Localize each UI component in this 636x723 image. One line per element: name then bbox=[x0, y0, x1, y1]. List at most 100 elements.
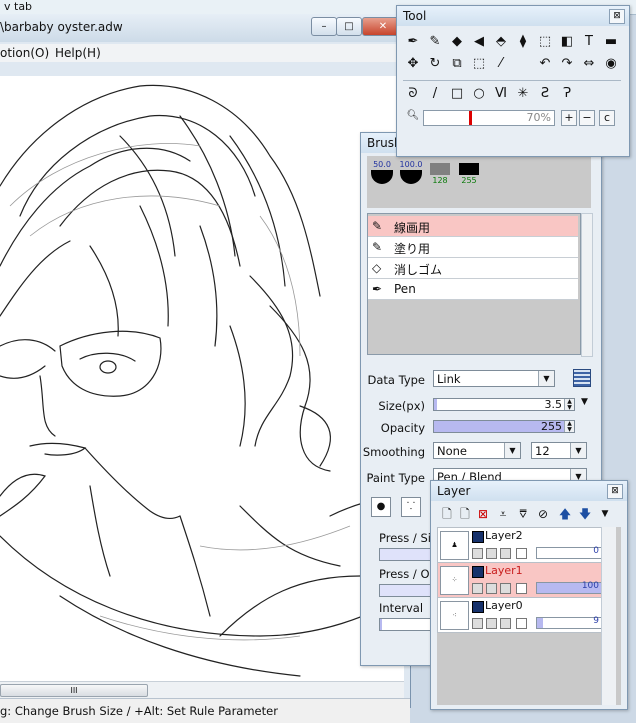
layer-clip-icon[interactable] bbox=[486, 583, 497, 594]
new-layer-icon[interactable]: 🗋︎ bbox=[439, 506, 455, 522]
layer-lock-icon[interactable] bbox=[472, 583, 483, 594]
redo-icon[interactable]: ↷ bbox=[557, 54, 577, 74]
menu-option[interactable]: otion(O) bbox=[0, 46, 49, 60]
layer-folder-icon[interactable] bbox=[500, 548, 511, 559]
layer-list-scrollbar[interactable] bbox=[601, 527, 616, 705]
data-type-select[interactable]: Link ▼ bbox=[433, 370, 555, 387]
layer-opacity-bar[interactable]: 100 bbox=[536, 581, 602, 594]
smoothing-number-select[interactable]: 12 ▼ bbox=[531, 442, 587, 459]
zoom-icon: 🔍︎ bbox=[406, 110, 420, 121]
zoom-reset-button[interactable]: c bbox=[599, 110, 615, 126]
layer-row[interactable]: ⁘ Layer1 100 bbox=[437, 562, 602, 598]
ruler-icon[interactable]: ▬ bbox=[601, 32, 621, 52]
curve-icon[interactable]: Ƨ bbox=[535, 84, 555, 104]
layer-select-source-checkbox[interactable] bbox=[516, 618, 527, 629]
layer-menu-icon[interactable]: ▼ bbox=[597, 506, 613, 522]
layer-row[interactable]: ♟ Layer2 0 bbox=[437, 527, 602, 563]
clear-layer-icon[interactable]: ⊘ bbox=[535, 506, 551, 522]
preset-black[interactable]: 255 bbox=[456, 160, 482, 204]
layer-name: Layer0 bbox=[485, 599, 523, 612]
tool-separator bbox=[403, 80, 621, 81]
tool-panel-close-button[interactable]: ⊠ bbox=[609, 9, 625, 24]
minimize-button[interactable]: – bbox=[311, 17, 337, 36]
horizontal-scrollbar[interactable]: III bbox=[0, 681, 404, 698]
layer-visibility-icon[interactable] bbox=[472, 566, 484, 578]
opacity-slider[interactable]: 255 ▲ ▼ bbox=[433, 420, 575, 433]
zoom-field[interactable]: 70% bbox=[423, 110, 555, 126]
transfer-down-icon[interactable]: ⩢ bbox=[515, 506, 531, 522]
brush-presets: 50.0 100.0 128 255 bbox=[367, 156, 591, 208]
brush-item-paint[interactable]: ✎ 塗り用 bbox=[368, 237, 578, 258]
layer-select-source-checkbox[interactable] bbox=[516, 583, 527, 594]
eyedropper-icon[interactable]: ⁄ bbox=[491, 54, 511, 74]
drawing-canvas[interactable] bbox=[0, 76, 404, 683]
texture-grid-icon[interactable] bbox=[573, 369, 591, 387]
fill-icon[interactable]: ⧫ bbox=[513, 32, 533, 52]
crop-icon[interactable]: ⧉ bbox=[447, 54, 467, 74]
size-slider[interactable]: 3.5 ▲ ▼ bbox=[433, 398, 575, 411]
line-icon[interactable]: / bbox=[425, 84, 445, 104]
flip-icon[interactable]: ⇔ bbox=[579, 54, 599, 74]
undo-icon[interactable]: ↶ bbox=[535, 54, 555, 74]
marquee-icon[interactable]: ⬚ bbox=[469, 54, 489, 74]
brush-item-pen[interactable]: ✒ Pen bbox=[368, 279, 578, 300]
layer-opacity-bar[interactable]: 9 bbox=[536, 616, 602, 629]
maximize-button[interactable]: □ bbox=[336, 17, 362, 36]
stamp-icon[interactable]: ⬘ bbox=[491, 32, 511, 52]
brush-shape-round-button[interactable]: ● bbox=[371, 497, 391, 517]
zoom-in-button[interactable]: + bbox=[561, 110, 577, 126]
layer-lock-icon[interactable] bbox=[472, 548, 483, 559]
star-icon[interactable]: ✳ bbox=[513, 84, 533, 104]
layer-row[interactable]: ⁖ Layer0 9 bbox=[437, 597, 602, 633]
gradient-icon[interactable]: ◧ bbox=[557, 32, 577, 52]
tool-panel-titlebar[interactable]: Tool ⊠ bbox=[397, 6, 629, 26]
preset-gray[interactable]: 128 bbox=[427, 160, 453, 204]
bezier-icon[interactable]: Ɂ bbox=[557, 84, 577, 104]
layer-visibility-icon[interactable] bbox=[472, 601, 484, 613]
layer-select-source-checkbox[interactable] bbox=[516, 548, 527, 559]
layer-panel-titlebar[interactable]: Layer ⊠ bbox=[431, 481, 627, 501]
move-icon[interactable]: ✥ bbox=[403, 54, 423, 74]
layer-clip-icon[interactable] bbox=[486, 548, 497, 559]
layer-folder-icon[interactable] bbox=[500, 618, 511, 629]
bucket-icon[interactable]: ◀ bbox=[469, 32, 489, 52]
brush-item-eraser[interactable]: ◇ 消しゴム bbox=[368, 258, 578, 279]
polyline-icon[interactable]: Ⅵ bbox=[491, 84, 511, 104]
layer-panel-close-button[interactable]: ⊠ bbox=[607, 484, 623, 499]
spin-arrows-icon[interactable]: ▲ ▼ bbox=[564, 421, 574, 433]
preset-black-value: 255 bbox=[461, 176, 477, 185]
select-icon[interactable]: ⬚ bbox=[535, 32, 555, 52]
eraser-icon[interactable]: ◆ bbox=[447, 32, 467, 52]
layer-visibility-icon[interactable] bbox=[472, 531, 484, 543]
move-up-icon[interactable]: 🡅 bbox=[557, 506, 573, 522]
brush-shape-scatter-button[interactable]: ⸪ bbox=[401, 497, 421, 517]
menu-help[interactable]: Help(H) bbox=[55, 46, 101, 60]
layer-opacity-bar[interactable]: 0 bbox=[536, 546, 602, 559]
move-down-icon[interactable]: 🡇 bbox=[577, 506, 593, 522]
ellipse-icon[interactable]: ○ bbox=[469, 84, 489, 104]
browser-tab[interactable]: v tab bbox=[4, 0, 32, 13]
rotate-icon[interactable]: ↻ bbox=[425, 54, 445, 74]
size-menu-icon[interactable]: ▼ bbox=[581, 397, 588, 407]
preset-density[interactable]: 100.0 bbox=[398, 160, 424, 204]
smoothing-select[interactable]: None ▼ bbox=[433, 442, 521, 459]
zoom-out-button[interactable]: − bbox=[579, 110, 595, 126]
delete-layer-icon[interactable]: ⊠ bbox=[475, 506, 491, 522]
brush-list-scrollbar[interactable] bbox=[581, 213, 593, 357]
lasso-icon[interactable]: ᘐ bbox=[403, 84, 423, 104]
text-icon[interactable]: T bbox=[579, 32, 599, 52]
preset-size[interactable]: 50.0 bbox=[369, 160, 395, 204]
scrollbar-thumb[interactable]: III bbox=[0, 684, 148, 697]
pen-icon[interactable]: ✒ bbox=[403, 32, 423, 52]
brush-icon[interactable]: ✎ bbox=[425, 32, 445, 52]
brush-item-lineart[interactable]: ✎ 線画用 bbox=[368, 216, 578, 237]
layer-name: Layer2 bbox=[485, 529, 523, 542]
rect-icon[interactable]: □ bbox=[447, 84, 467, 104]
new-folder-icon[interactable]: 🗋︎ bbox=[457, 506, 473, 522]
spin-arrows-icon[interactable]: ▲ ▼ bbox=[564, 399, 574, 411]
layer-clip-icon[interactable] bbox=[486, 618, 497, 629]
layer-lock-icon[interactable] bbox=[472, 618, 483, 629]
layer-folder-icon[interactable] bbox=[500, 583, 511, 594]
merge-down-icon[interactable]: ⩡ bbox=[495, 506, 511, 522]
record-icon[interactable]: ◉ bbox=[601, 54, 621, 74]
